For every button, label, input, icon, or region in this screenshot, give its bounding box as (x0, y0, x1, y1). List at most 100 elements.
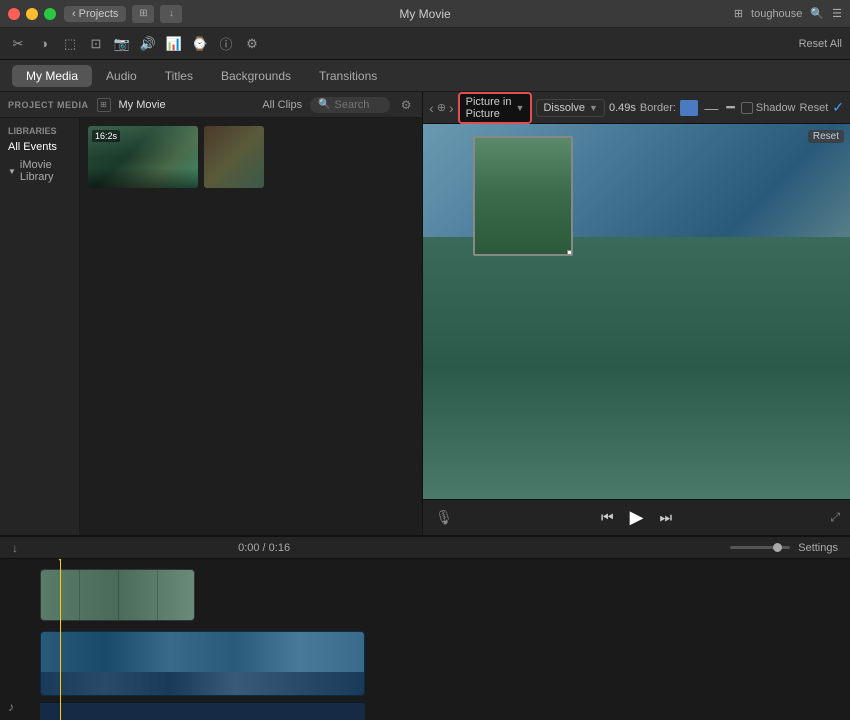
media-grid-icon[interactable]: ⊞ (97, 98, 111, 112)
timeline-clip-1[interactable] (40, 569, 195, 621)
toolbar-icons-bar: ✂ ◑ ⬚ ⊡ 📷 🔊 📊 ⌚ ⓘ ⚙ Reset All (0, 28, 850, 60)
speedometer-icon[interactable]: ⌚ (190, 34, 210, 54)
shadow-checkbox[interactable] (741, 102, 753, 114)
library-sidebar: LIBRARIES All Events ▼ iMovie Library (0, 118, 80, 535)
download-button[interactable]: ↓ (160, 5, 182, 23)
tab-audio[interactable]: Audio (92, 65, 151, 87)
window-controls (8, 8, 56, 20)
my-movie-label: My Movie (119, 99, 166, 111)
sidebar-item-imovie-library[interactable]: ▼ iMovie Library (0, 156, 79, 186)
pip-reset-button[interactable]: Reset (808, 130, 844, 143)
menu-icon[interactable]: ☰ (832, 7, 842, 20)
projects-label: Projects (79, 8, 119, 20)
user-label: toughouse (751, 8, 802, 20)
settings-icon[interactable]: ⚙ (242, 34, 262, 54)
left-panel: PROJECT MEDIA ⊞ My Movie All Clips 🔍 ⚙ L… (0, 92, 423, 535)
timeline-header: ↓ 0:00 / 0:16 Settings (0, 537, 850, 559)
time-label: 0:00 / 0:16 (238, 542, 290, 554)
clip-thumbnail-2[interactable] (204, 126, 264, 188)
search-icon[interactable]: 🔍 (810, 7, 824, 20)
color-tool-icon[interactable]: ◑ (34, 34, 54, 54)
clip1-duration: 16:2s (92, 130, 120, 142)
playback-controls: 🎙 ⏮ ▶ ⏭ ⤢ (423, 499, 850, 535)
transform-icon[interactable]: ⬚ (60, 34, 80, 54)
confirm-icon[interactable]: ✓ (832, 99, 844, 116)
search-box: 🔍 (310, 97, 390, 113)
clip-thumbnail-1[interactable]: 16:2s (88, 126, 198, 188)
zoom-thumb[interactable] (773, 543, 782, 552)
fullscreen-icon[interactable]: ⤢ (830, 510, 840, 525)
chart-icon[interactable]: 📊 (164, 34, 184, 54)
microphone-icon[interactable]: 🎙 (435, 509, 453, 526)
title-bar: ‹ Projects ⊞ ↓ My Movie ⊞ toughouse 🔍 ☰ (0, 0, 850, 28)
reset-all-button[interactable]: Reset All (799, 38, 842, 50)
music-note-icon: ♪ (8, 700, 14, 714)
app-icon: ⊞ (734, 7, 743, 20)
dissolve-arrow: ▼ (589, 103, 598, 113)
reset-button[interactable]: Reset (800, 102, 829, 114)
video-controls-bar: ‹ ⊕ › Picture in Picture ▼ Dissolve ▼ 0.… (423, 92, 850, 124)
clip2-video[interactable] (204, 126, 264, 188)
sidebar-item-all-events[interactable]: All Events (0, 138, 79, 156)
minimize-button[interactable] (26, 8, 38, 20)
triangle-icon: ▼ (8, 167, 16, 176)
pip-mode-label: Picture in Picture (466, 96, 512, 120)
pip-video-overlay[interactable] (473, 136, 573, 256)
import-icon[interactable]: ⚙ (398, 97, 414, 113)
project-media-header: PROJECT MEDIA ⊞ My Movie All Clips 🔍 ⚙ (0, 92, 422, 118)
skip-back-icon[interactable]: ⏮ (601, 509, 614, 526)
crop-icon[interactable]: ⊡ (86, 34, 106, 54)
search-input[interactable] (335, 99, 385, 111)
skip-forward-icon[interactable]: ⏭ (659, 509, 672, 526)
grid-view-button[interactable]: ⊞ (132, 5, 154, 23)
maximize-button[interactable] (44, 8, 56, 20)
clips-area: 16:2s (80, 118, 422, 535)
preview-area: Reset (423, 124, 850, 499)
nav-arrows: ‹ ⊕ › (429, 100, 454, 116)
timeline-zoom (730, 546, 790, 549)
project-media-label: PROJECT MEDIA (8, 100, 89, 110)
timeline-settings-label[interactable]: Settings (798, 542, 838, 554)
timeline-clip-2[interactable] (40, 631, 365, 696)
pip-resize-handle[interactable] (567, 250, 573, 256)
timeline-time-display: 0:00 / 0:16 (238, 542, 290, 554)
tab-my-media[interactable]: My Media (12, 65, 92, 87)
track1-content (41, 570, 194, 620)
camera-icon[interactable]: 📷 (112, 34, 132, 54)
chevron-left-icon: ‹ (72, 8, 76, 20)
timeline-playhead-icon: ↓ (12, 541, 18, 555)
main-content: PROJECT MEDIA ⊞ My Movie All Clips 🔍 ⚙ L… (0, 92, 850, 535)
timeline-body: ♪ (0, 559, 850, 720)
tab-transitions[interactable]: Transitions (305, 65, 391, 87)
tab-backgrounds[interactable]: Backgrounds (207, 65, 305, 87)
play-pause-button[interactable]: ▶ (630, 507, 644, 528)
timeline-area: ↓ 0:00 / 0:16 Settings ♪ (0, 535, 850, 720)
crop-tool-icon[interactable]: ✂ (8, 34, 28, 54)
prev-icon[interactable]: ‹ (429, 100, 434, 116)
border-thin-icon[interactable]: — (702, 100, 720, 116)
back-button[interactable]: ‹ Projects (64, 6, 126, 22)
next-icon[interactable]: › (449, 100, 454, 116)
border-thick-icon[interactable]: ━ (724, 99, 736, 116)
zoom-slider[interactable] (730, 546, 790, 549)
info-circle-icon[interactable]: ⓘ (216, 34, 236, 54)
tab-titles[interactable]: Titles (151, 65, 207, 87)
media-body: LIBRARIES All Events ▼ iMovie Library 16… (0, 118, 422, 535)
border-color-swatch[interactable] (680, 100, 698, 116)
timeline-header-left: ↓ (12, 541, 18, 555)
border-label: Border: (640, 102, 676, 114)
clip1-video[interactable]: 16:2s (88, 126, 198, 188)
transition-select[interactable]: Dissolve ▼ (536, 99, 605, 117)
audio-icon[interactable]: 🔊 (138, 34, 158, 54)
window-title: My Movie (399, 7, 450, 21)
timeline-audio-track (40, 702, 365, 720)
title-bar-right: ⊞ toughouse 🔍 ☰ (734, 7, 842, 20)
close-button[interactable] (8, 8, 20, 20)
duration-display: 0.49s (609, 102, 636, 114)
zoom-icon[interactable]: ⊕ (437, 101, 446, 114)
pip-dropdown-arrow: ▼ (516, 103, 525, 113)
right-panel: ‹ ⊕ › Picture in Picture ▼ Dissolve ▼ 0.… (423, 92, 850, 535)
pip-mode-select[interactable]: Picture in Picture ▼ (458, 92, 533, 124)
playhead[interactable] (60, 559, 61, 720)
libraries-header: LIBRARIES (0, 122, 79, 138)
